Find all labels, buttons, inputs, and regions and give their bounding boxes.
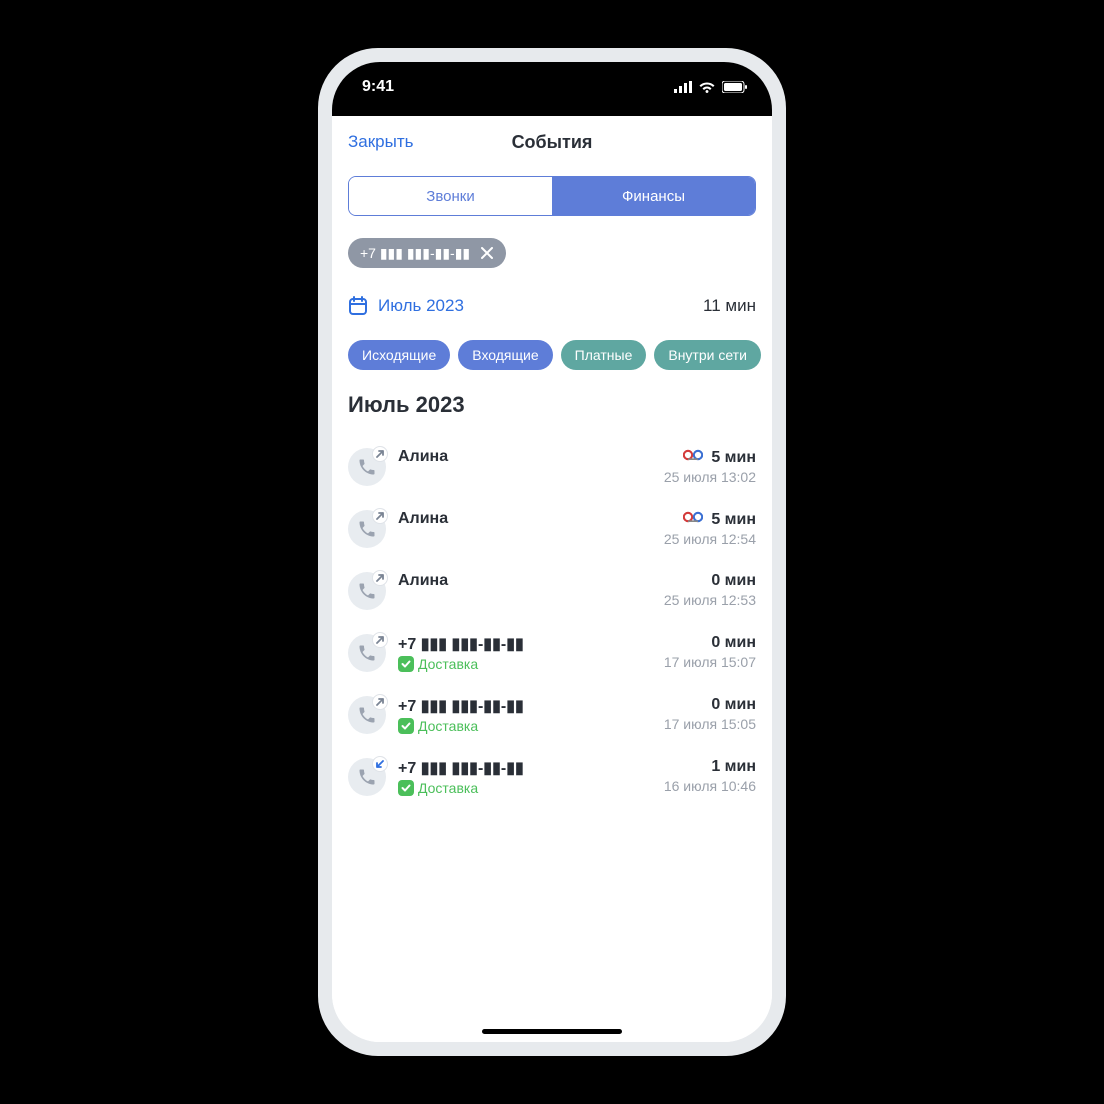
call-name: Алина	[398, 510, 652, 528]
arrow-out-icon	[372, 570, 388, 586]
arrow-in-icon	[372, 756, 388, 772]
call-meta: 1 мин 16 июля 10:46	[664, 758, 756, 794]
call-row[interactable]: Алина 0 мин 25 июля 12:53	[348, 560, 756, 622]
remove-filter-icon[interactable]	[478, 244, 496, 262]
tab-calls[interactable]: Звонки	[349, 177, 552, 215]
call-sub: Доставка	[398, 780, 652, 796]
close-button[interactable]: Закрыть	[348, 132, 413, 152]
call-duration: 0 мин	[711, 572, 756, 590]
arrow-out-icon	[372, 694, 388, 710]
notch	[452, 62, 652, 96]
tab-finance[interactable]: Финансы	[552, 177, 755, 215]
call-sub-text: Доставка	[418, 780, 478, 796]
content: Закрыть События Звонки Финансы +7 ▮▮▮ ▮▮…	[332, 116, 772, 1042]
check-icon	[398, 718, 414, 734]
voicemail-icon	[683, 448, 703, 467]
check-icon	[398, 656, 414, 672]
device-frame: 9:41 Закрыть События Звонки Финансы +7 ▮…	[318, 48, 786, 1056]
call-sub-text: Доставка	[418, 656, 478, 672]
chip-paid[interactable]: Платные	[561, 340, 647, 370]
segmented-control: Звонки Финансы	[348, 176, 756, 216]
chip-outgoing[interactable]: Исходящие	[348, 340, 450, 370]
call-duration: 0 мин	[711, 696, 756, 714]
home-indicator[interactable]	[482, 1029, 622, 1034]
call-name: Алина	[398, 572, 652, 590]
body: Звонки Финансы +7 ▮▮▮ ▮▮▮-▮▮-▮▮ Июль 202…	[332, 168, 772, 1042]
modal-header: Закрыть События	[332, 116, 772, 168]
call-list: Алина 5 мин 25 июля 13:02 Алина 5 мин 25 июля…	[348, 436, 756, 808]
call-info: +7 ▮▮▮ ▮▮▮-▮▮-▮▮ Доставка	[398, 696, 652, 734]
call-row[interactable]: +7 ▮▮▮ ▮▮▮-▮▮-▮▮ Доставка 0 мин 17 июля 15:…	[348, 622, 756, 684]
total-duration: 11 мин	[703, 296, 756, 316]
call-sub: Доставка	[398, 656, 652, 672]
wifi-icon	[698, 81, 716, 93]
call-direction-icon	[348, 448, 386, 486]
call-row[interactable]: Алина 5 мин 25 июля 13:02	[348, 436, 756, 498]
status-time: 9:41	[362, 78, 394, 96]
call-duration: 5 мин	[711, 511, 756, 529]
call-timestamp: 25 июля 13:02	[664, 469, 756, 485]
call-info: +7 ▮▮▮ ▮▮▮-▮▮-▮▮ Доставка	[398, 758, 652, 796]
battery-icon	[722, 81, 748, 93]
call-timestamp: 17 июля 15:07	[664, 654, 756, 670]
call-timestamp: 17 июля 15:05	[664, 716, 756, 732]
call-info: Алина	[398, 510, 652, 528]
call-duration: 1 мин	[711, 758, 756, 776]
call-direction-icon	[348, 634, 386, 672]
cellular-icon	[674, 81, 692, 93]
call-name: +7 ▮▮▮ ▮▮▮-▮▮-▮▮	[398, 634, 652, 654]
call-info: Алина	[398, 572, 652, 590]
date-row: Июль 2023 11 мин	[348, 296, 756, 316]
call-name: Алина	[398, 448, 652, 466]
call-direction-icon	[348, 510, 386, 548]
call-meta: 0 мин 17 июля 15:05	[664, 696, 756, 732]
call-direction-icon	[348, 696, 386, 734]
call-duration: 5 мин	[711, 449, 756, 467]
call-row[interactable]: +7 ▮▮▮ ▮▮▮-▮▮-▮▮ Доставка 1 мин 16 июля 10:…	[348, 746, 756, 808]
status-bar: 9:41	[332, 62, 772, 116]
call-info: Алина	[398, 448, 652, 466]
calendar-icon	[348, 296, 368, 316]
call-info: +7 ▮▮▮ ▮▮▮-▮▮-▮▮ Доставка	[398, 634, 652, 672]
chip-in-network[interactable]: Внутри сети	[654, 340, 761, 370]
chip-incoming[interactable]: Входящие	[458, 340, 552, 370]
call-timestamp: 25 июля 12:54	[664, 531, 756, 547]
category-chips: Исходящие Входящие Платные Внутри сети	[348, 340, 756, 370]
call-row[interactable]: +7 ▮▮▮ ▮▮▮-▮▮-▮▮ Доставка 0 мин 17 июля 15:…	[348, 684, 756, 746]
arrow-out-icon	[372, 446, 388, 462]
voicemail-icon	[683, 510, 703, 529]
call-meta: 0 мин 17 июля 15:07	[664, 634, 756, 670]
call-duration: 0 мин	[711, 634, 756, 652]
call-direction-icon	[348, 572, 386, 610]
call-direction-icon	[348, 758, 386, 796]
call-sub: Доставка	[398, 718, 652, 734]
call-timestamp: 16 июля 10:46	[664, 778, 756, 794]
call-meta: 5 мин 25 июля 12:54	[664, 510, 756, 547]
status-icons	[674, 81, 748, 93]
section-title: Июль 2023	[348, 392, 756, 418]
call-meta: 5 мин 25 июля 13:02	[664, 448, 756, 485]
filter-chip-label: +7 ▮▮▮ ▮▮▮-▮▮-▮▮	[360, 245, 470, 262]
call-sub-text: Доставка	[418, 718, 478, 734]
call-name: +7 ▮▮▮ ▮▮▮-▮▮-▮▮	[398, 758, 652, 778]
date-label: Июль 2023	[378, 296, 464, 316]
check-icon	[398, 780, 414, 796]
call-timestamp: 25 июля 12:53	[664, 592, 756, 608]
call-meta: 0 мин 25 июля 12:53	[664, 572, 756, 608]
arrow-out-icon	[372, 508, 388, 524]
number-filter-chip[interactable]: +7 ▮▮▮ ▮▮▮-▮▮-▮▮	[348, 238, 506, 268]
screen: 9:41 Закрыть События Звонки Финансы +7 ▮…	[332, 62, 772, 1042]
arrow-out-icon	[372, 632, 388, 648]
call-name: +7 ▮▮▮ ▮▮▮-▮▮-▮▮	[398, 696, 652, 716]
call-row[interactable]: Алина 5 мин 25 июля 12:54	[348, 498, 756, 560]
date-picker[interactable]: Июль 2023	[348, 296, 464, 316]
